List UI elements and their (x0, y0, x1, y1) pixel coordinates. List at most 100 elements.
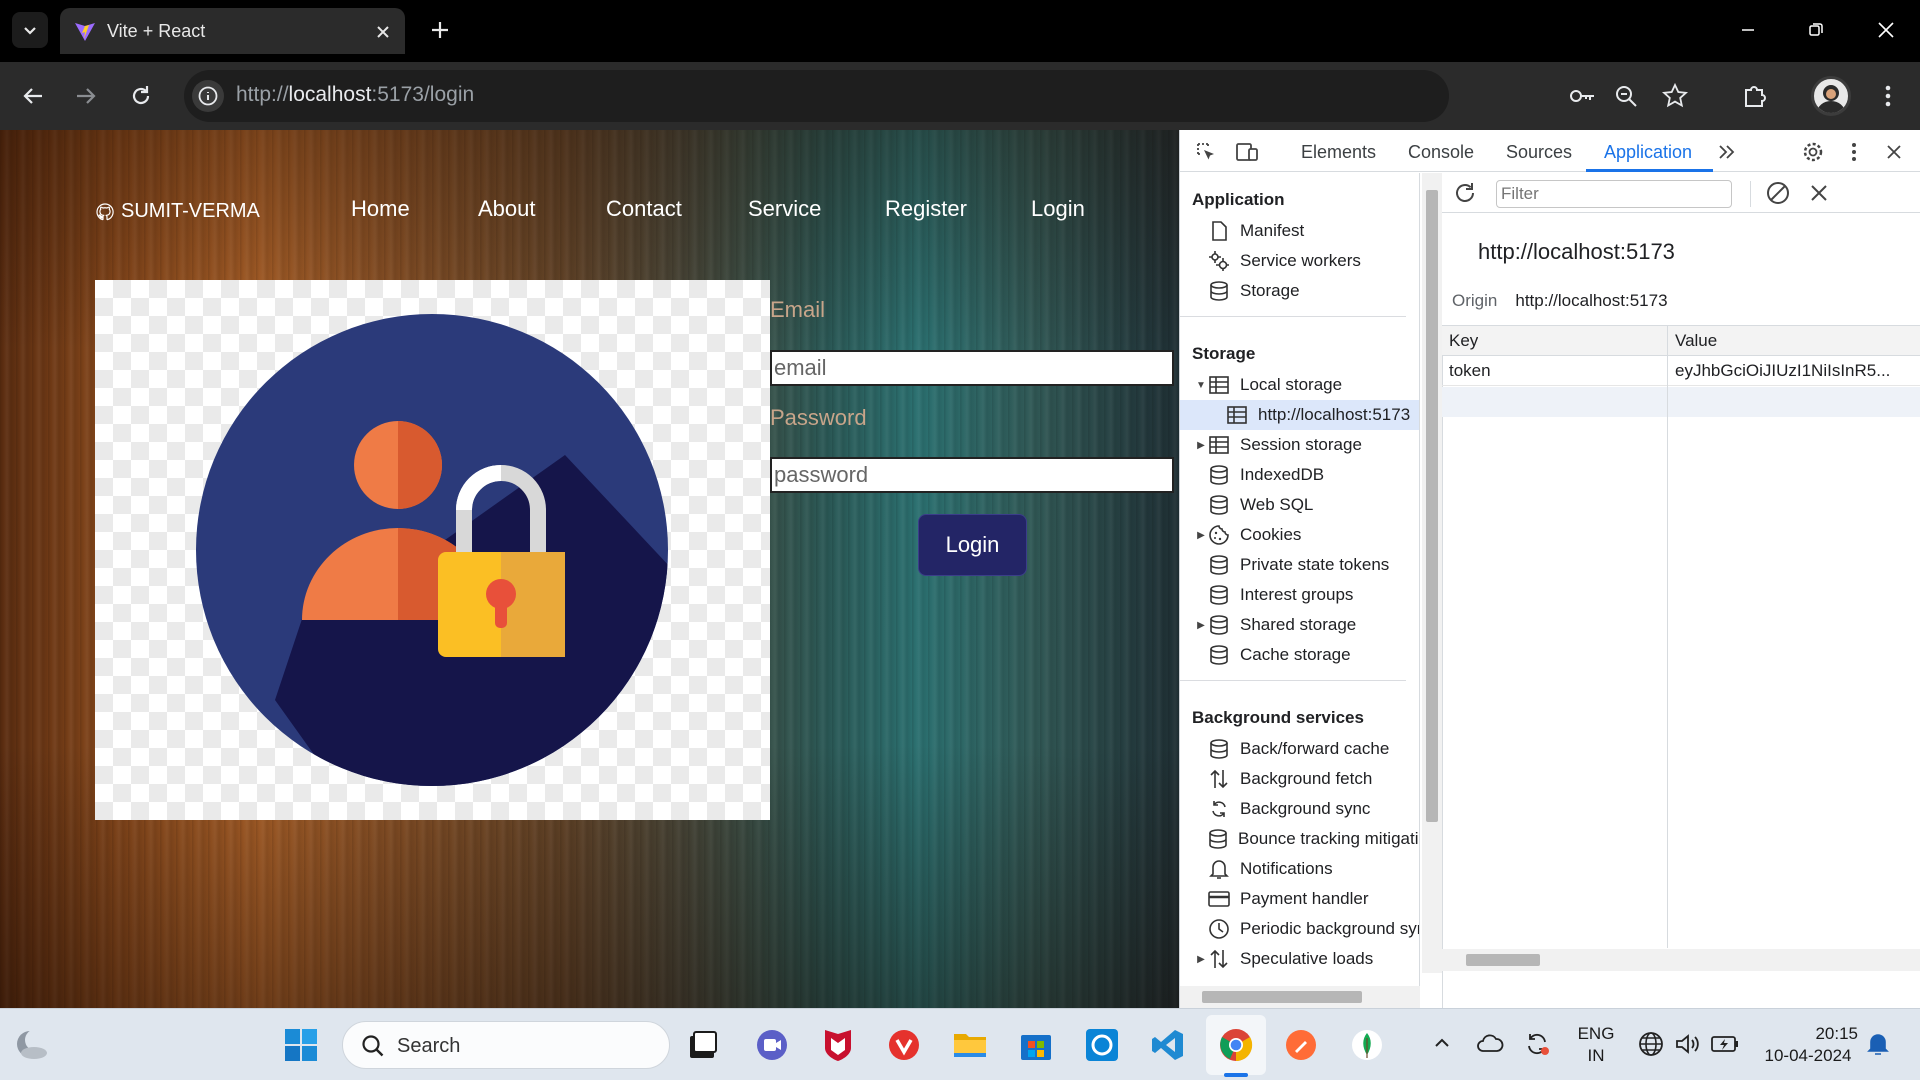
sidebar-item-interest-groups[interactable]: Interest groups (1180, 580, 1419, 610)
tray-overflow-button[interactable] (1432, 1033, 1452, 1053)
sidebar-item-background-sync[interactable]: Background sync (1180, 794, 1419, 824)
sidebar-item-background-fetch[interactable]: Background fetch (1180, 764, 1419, 794)
password-key-button[interactable] (1568, 84, 1596, 108)
column-header-value[interactable]: Value (1675, 331, 1717, 351)
profile-avatar[interactable] (1811, 76, 1851, 116)
sidebar-item-payment-handler[interactable]: Payment handler (1180, 884, 1419, 914)
sidebar-item-bounce-tracking[interactable]: Bounce tracking mitigations (1180, 824, 1419, 854)
app-vscode[interactable] (1148, 1025, 1188, 1065)
tab-elements[interactable]: Elements (1301, 142, 1376, 163)
nav-contact[interactable]: Contact (606, 196, 682, 222)
column-header-key[interactable]: Key (1449, 331, 1478, 351)
column-divider[interactable] (1667, 326, 1668, 948)
sidebar-item-shared-storage[interactable]: ▶ Shared storage (1180, 610, 1419, 640)
sidebar-item-service-workers[interactable]: Service workers (1180, 246, 1419, 276)
sidebar-h-scrollbar-thumb[interactable] (1202, 991, 1362, 1003)
sidebar-item-indexeddb[interactable]: IndexedDB (1180, 460, 1419, 490)
clock[interactable]: 20:15 10-04-2024 (1752, 1023, 1864, 1067)
weather-widget[interactable] (14, 1029, 50, 1061)
nav-service[interactable]: Service (748, 196, 821, 222)
sync-tray-button[interactable] (1524, 1031, 1550, 1057)
task-view-button[interactable] (683, 1025, 723, 1065)
refresh-button[interactable] (1452, 180, 1478, 206)
close-window-button[interactable] (1852, 0, 1920, 60)
table-h-scrollbar-thumb[interactable] (1466, 954, 1540, 966)
table-row[interactable]: token eyJhbGciOiJIUzI1NiIsInR5... (1442, 356, 1920, 386)
zoom-button[interactable] (1614, 84, 1638, 108)
app-teams[interactable] (752, 1025, 792, 1065)
start-button[interactable] (281, 1025, 321, 1065)
more-tabs-button[interactable] (1713, 138, 1741, 166)
app-mcafee[interactable] (818, 1025, 858, 1065)
devtools-menu-button[interactable] (1840, 138, 1868, 166)
caret-down-icon[interactable]: ▼ (1194, 380, 1208, 391)
sidebar-scrollbar-thumb[interactable] (1426, 190, 1438, 822)
site-brand[interactable]: SUMIT-VERMA (95, 200, 260, 223)
app-vivaldi[interactable] (884, 1025, 924, 1065)
network-button[interactable] (1638, 1031, 1664, 1057)
sidebar-item-web-sql[interactable]: Web SQL (1180, 490, 1419, 520)
tab-console[interactable]: Console (1408, 142, 1474, 163)
app-cortana[interactable] (1082, 1025, 1122, 1065)
volume-button[interactable] (1674, 1031, 1700, 1057)
app-chrome[interactable] (1216, 1025, 1256, 1065)
sidebar-item-notifications[interactable]: Notifications (1180, 854, 1419, 884)
back-button[interactable] (15, 78, 51, 114)
nav-about[interactable]: About (478, 196, 536, 222)
app-microsoft-store[interactable] (1016, 1025, 1056, 1065)
sidebar-item-manifest[interactable]: Manifest (1180, 216, 1419, 246)
web-page: SUMIT-VERMA Home About Contact Service R… (0, 130, 1179, 1008)
login-button[interactable]: Login (918, 514, 1027, 576)
notifications-button[interactable] (1866, 1031, 1890, 1057)
caret-right-icon[interactable]: ▶ (1194, 954, 1208, 965)
new-tab-button[interactable] (424, 14, 456, 46)
tab-close-button[interactable] (371, 20, 395, 44)
inspect-element-button[interactable] (1192, 138, 1220, 166)
sidebar-item-local-storage[interactable]: ▼ Local storage (1180, 370, 1419, 400)
sidebar-item-back-forward-cache[interactable]: Back/forward cache (1180, 734, 1419, 764)
email-input[interactable] (770, 350, 1174, 386)
sidebar-item-session-storage[interactable]: ▶ Session storage (1180, 430, 1419, 460)
address-bar[interactable]: http://localhost:5173/login (184, 70, 1688, 122)
nav-login[interactable]: Login (1031, 196, 1085, 222)
caret-right-icon[interactable]: ▶ (1194, 530, 1208, 541)
app-mongodb[interactable] (1347, 1025, 1387, 1065)
delete-selected-button[interactable] (1810, 184, 1828, 202)
sidebar-item-speculative-loads[interactable]: ▶ Speculative loads (1180, 944, 1419, 974)
chrome-menu-button[interactable] (1870, 78, 1906, 114)
nav-register[interactable]: Register (885, 196, 967, 222)
bookmark-button[interactable] (1662, 83, 1688, 109)
empty-table-row[interactable] (1442, 387, 1920, 417)
caret-right-icon[interactable]: ▶ (1194, 440, 1208, 451)
battery-button[interactable] (1710, 1033, 1740, 1055)
extensions-button[interactable] (1736, 78, 1772, 114)
forward-button[interactable] (68, 78, 104, 114)
password-input[interactable] (770, 457, 1174, 493)
onedrive-button[interactable] (1476, 1031, 1504, 1055)
tab-sources[interactable]: Sources (1506, 142, 1572, 163)
app-postman[interactable] (1281, 1025, 1321, 1065)
taskbar-search[interactable]: Search (342, 1021, 670, 1069)
browser-tab[interactable]: Vite + React (60, 8, 405, 54)
app-file-explorer[interactable] (950, 1025, 990, 1065)
site-info-button[interactable] (192, 80, 224, 112)
clear-all-button[interactable] (1766, 181, 1790, 205)
sidebar-item-localhost-origin[interactable]: http://localhost:5173 (1180, 400, 1419, 430)
reload-button[interactable] (123, 78, 159, 114)
sidebar-item-periodic-sync[interactable]: Periodic background sync (1180, 914, 1419, 944)
tab-application[interactable]: Application (1604, 142, 1692, 163)
minimize-button[interactable] (1714, 0, 1782, 60)
caret-right-icon[interactable]: ▶ (1194, 620, 1208, 631)
sidebar-item-private-state-tokens[interactable]: Private state tokens (1180, 550, 1419, 580)
close-devtools-button[interactable] (1880, 138, 1908, 166)
filter-input[interactable] (1496, 180, 1732, 208)
sidebar-item-storage-overview[interactable]: Storage (1180, 276, 1419, 306)
tab-search-button[interactable] (12, 12, 48, 48)
sidebar-item-cookies[interactable]: ▶ Cookies (1180, 520, 1419, 550)
sidebar-item-cache-storage[interactable]: Cache storage (1180, 640, 1419, 670)
restore-button[interactable] (1782, 0, 1850, 60)
language-indicator[interactable]: ENG IN (1576, 1023, 1616, 1067)
device-toolbar-button[interactable] (1233, 138, 1261, 166)
nav-home[interactable]: Home (351, 196, 410, 222)
devtools-settings-button[interactable] (1799, 138, 1827, 166)
